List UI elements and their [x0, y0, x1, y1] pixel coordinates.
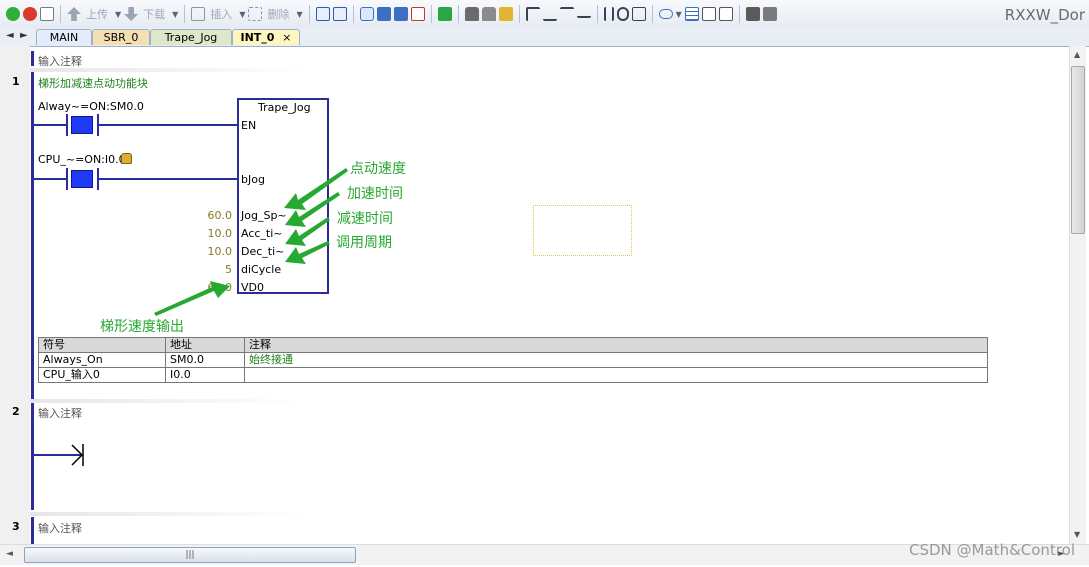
network-comment[interactable]: 输入注释 — [38, 520, 82, 536]
arrow-jog-speed — [284, 168, 348, 210]
annotation-output: 梯形速度输出 — [100, 319, 184, 335]
scroll-down-icon[interactable]: ▼ — [1074, 530, 1080, 539]
divider — [30, 399, 310, 403]
arrow-output — [154, 281, 230, 316]
table-row[interactable]: Always_On SM0.0 始终接通 — [38, 352, 988, 368]
symbol-table-header: 符号 地址 注释 — [38, 337, 988, 353]
network-number[interactable]: 3 — [12, 520, 20, 533]
network-comment[interactable]: 输入注释 — [38, 405, 82, 421]
column-symbol: 符号 — [38, 337, 166, 353]
power-rail — [31, 517, 34, 544]
selection-box[interactable] — [533, 205, 632, 256]
column-address: 地址 — [165, 337, 245, 353]
scroll-grip: ||| — [185, 550, 195, 560]
annotation-jog-speed: 点动速度 — [350, 161, 406, 177]
symbol-cell: Always_On — [38, 352, 166, 368]
divider — [30, 512, 310, 516]
column-comment: 注释 — [244, 337, 988, 353]
symbol-table: 符号 地址 注释 Always_On SM0.0 始终接通 CPU_输入0 I0… — [38, 337, 988, 383]
comment-cell — [244, 367, 988, 383]
table-row[interactable]: CPU_输入0 I0.0 — [38, 367, 988, 383]
annotation-dec-time: 减速时间 — [337, 211, 393, 227]
address-cell: I0.0 — [165, 367, 245, 383]
annotation-arrows — [154, 168, 348, 316]
watermark: CSDN @Math&Control — [909, 541, 1075, 559]
annotation-acc-time: 加速时间 — [347, 186, 403, 202]
vertical-scroll-thumb[interactable] — [1071, 66, 1085, 234]
network-number[interactable]: 2 — [12, 405, 20, 418]
power-rail — [31, 403, 34, 510]
horizontal-scroll-thumb[interactable]: ||| — [24, 547, 356, 563]
rung-end-arrow-icon — [71, 444, 84, 466]
scroll-up-icon[interactable]: ▲ — [1074, 50, 1080, 59]
annotation-cycle: 调用周期 — [336, 235, 392, 251]
symbol-cell: CPU_输入0 — [38, 367, 166, 383]
vertical-scrollbar[interactable]: ▲ ▼ — [1069, 46, 1086, 544]
scroll-left-icon[interactable]: ◄ — [6, 549, 13, 559]
comment-cell: 始终接通 — [244, 352, 988, 368]
address-cell: SM0.0 — [165, 352, 245, 368]
